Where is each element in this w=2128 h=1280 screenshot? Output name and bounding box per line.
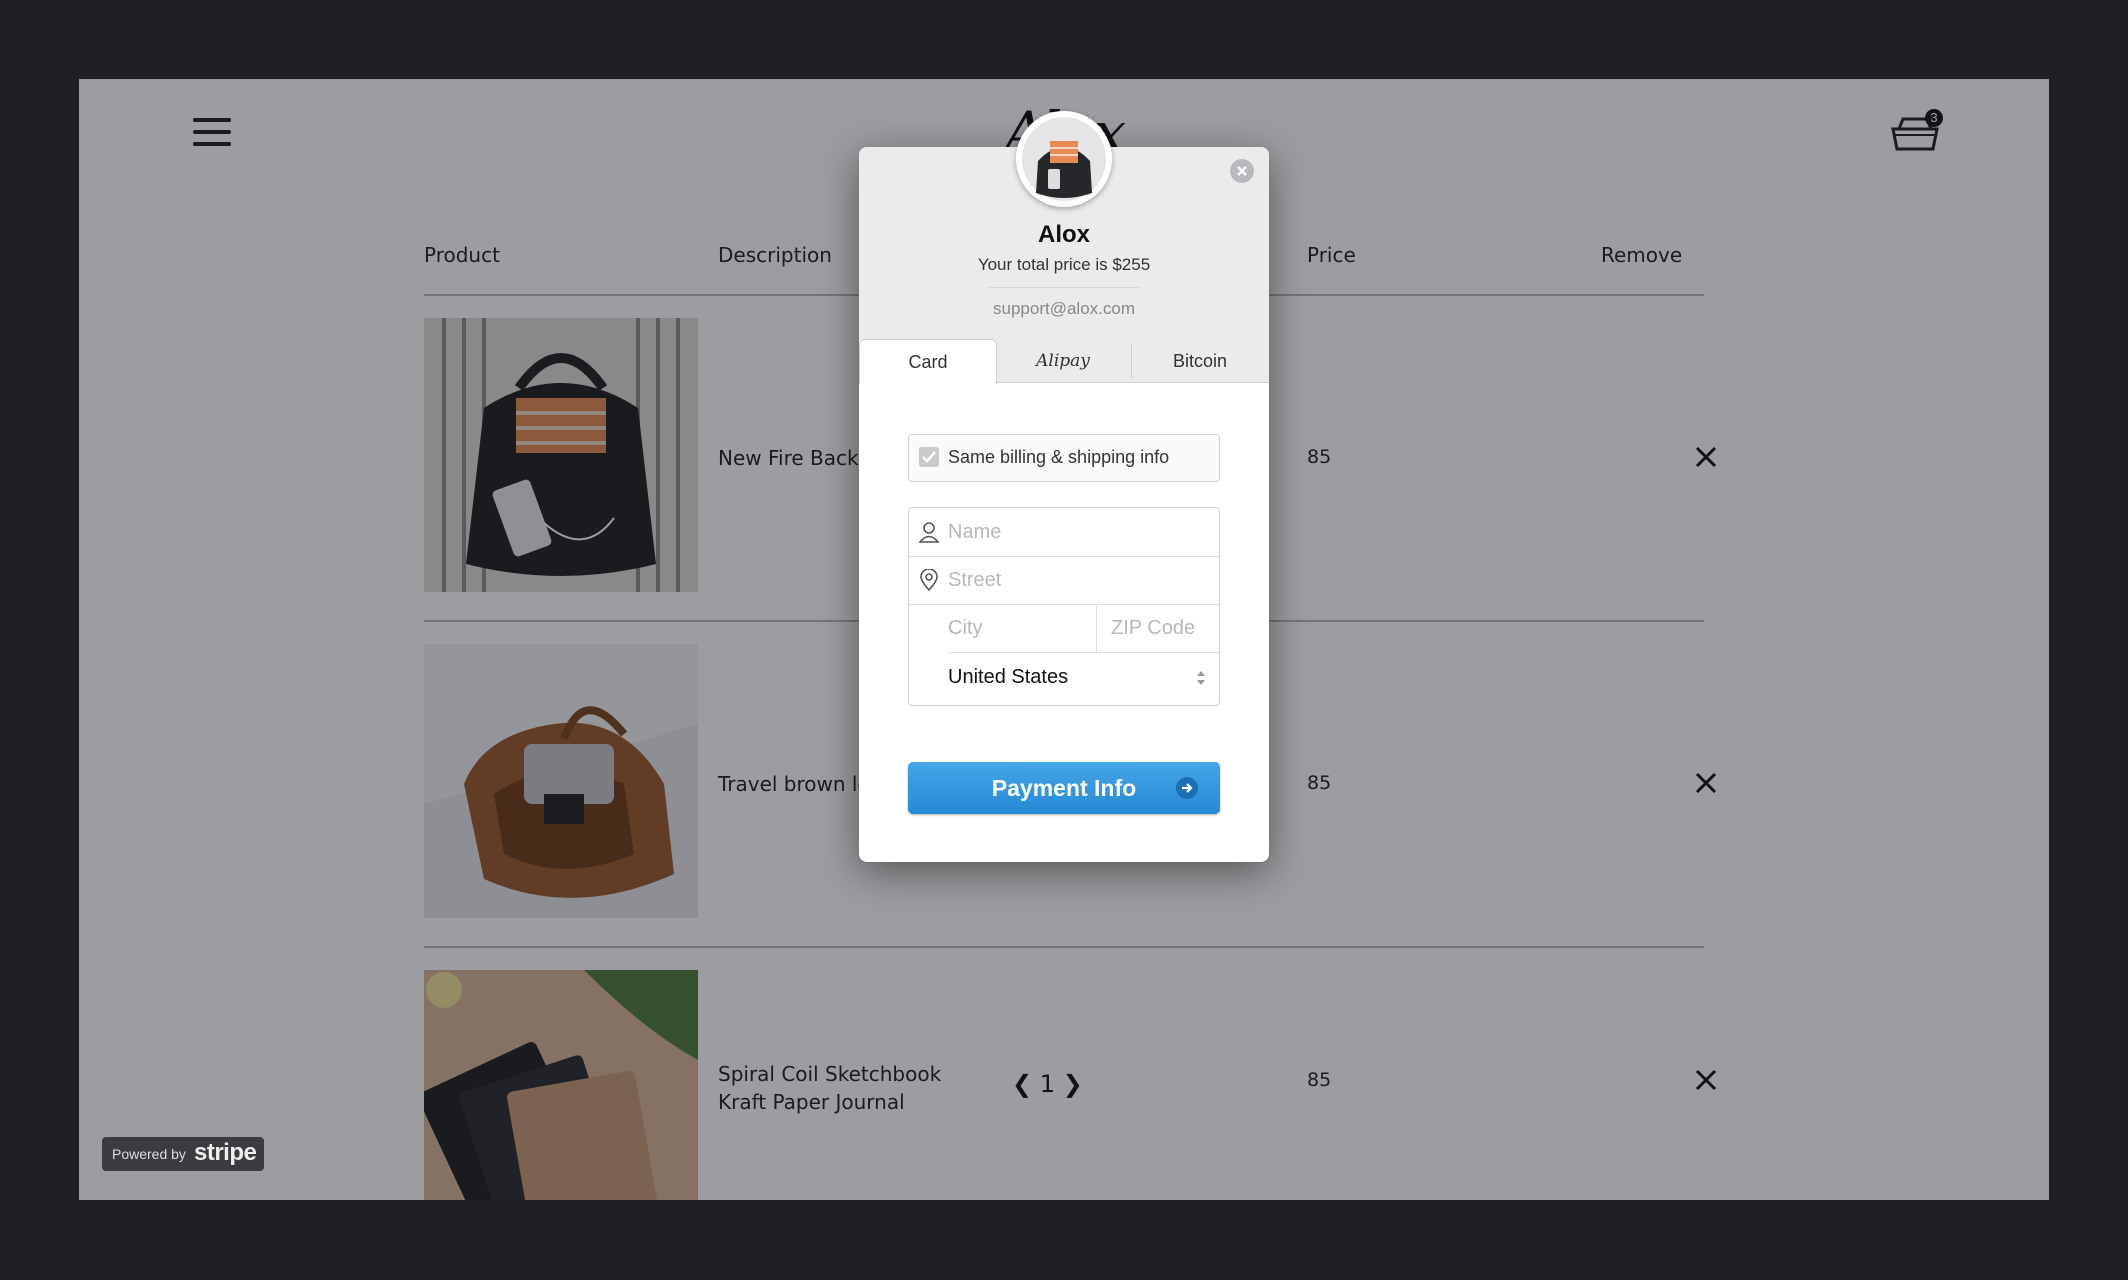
same-billing-checkbox[interactable] xyxy=(919,447,939,467)
powered-by-label: Powered by xyxy=(112,1146,186,1162)
merchant-avatar xyxy=(1016,111,1112,207)
total-price-text: Your total price is $255 xyxy=(977,255,1151,274)
country-select[interactable]: United States xyxy=(948,653,1219,703)
zip-code-input[interactable] xyxy=(1097,604,1219,652)
same-billing-shipping-toggle[interactable]: Same billing & shipping info xyxy=(908,434,1220,482)
location-pin-icon xyxy=(919,568,939,592)
name-field-row xyxy=(909,508,1219,557)
address-form: United States xyxy=(908,507,1220,706)
user-icon xyxy=(918,521,940,543)
street-input[interactable] xyxy=(948,556,1208,604)
name-input[interactable] xyxy=(948,508,1208,556)
merchant-name: Alox xyxy=(1037,221,1090,248)
same-billing-label: Same billing & shipping info xyxy=(948,447,1170,467)
tab-bitcoin[interactable]: Bitcoin xyxy=(1131,339,1269,383)
payment-info-label: Payment Info xyxy=(991,775,1137,801)
payment-info-button[interactable]: Payment Info xyxy=(908,762,1220,814)
arrow-right-icon xyxy=(1176,777,1198,799)
zip-field-row xyxy=(1097,604,1219,653)
stripe-logo: stripe xyxy=(194,1139,257,1166)
country-selected-value: United States xyxy=(948,666,1069,688)
city-input[interactable] xyxy=(948,604,1096,652)
select-arrows-icon xyxy=(1194,667,1208,689)
tab-baseline xyxy=(995,382,1269,383)
street-field-row xyxy=(909,556,1219,605)
checkout-modal: Alox Your total price is $255 support@al… xyxy=(859,111,1269,862)
header-divider xyxy=(989,287,1139,288)
close-modal-icon[interactable] xyxy=(1230,159,1254,183)
powered-by-stripe-badge[interactable]: Powered by stripe xyxy=(101,1136,265,1172)
tab-alipay[interactable]: Alipay xyxy=(995,339,1131,383)
tab-card[interactable]: Card xyxy=(859,339,997,384)
support-email: support@alox.com xyxy=(993,299,1135,318)
city-field-row xyxy=(948,604,1097,653)
